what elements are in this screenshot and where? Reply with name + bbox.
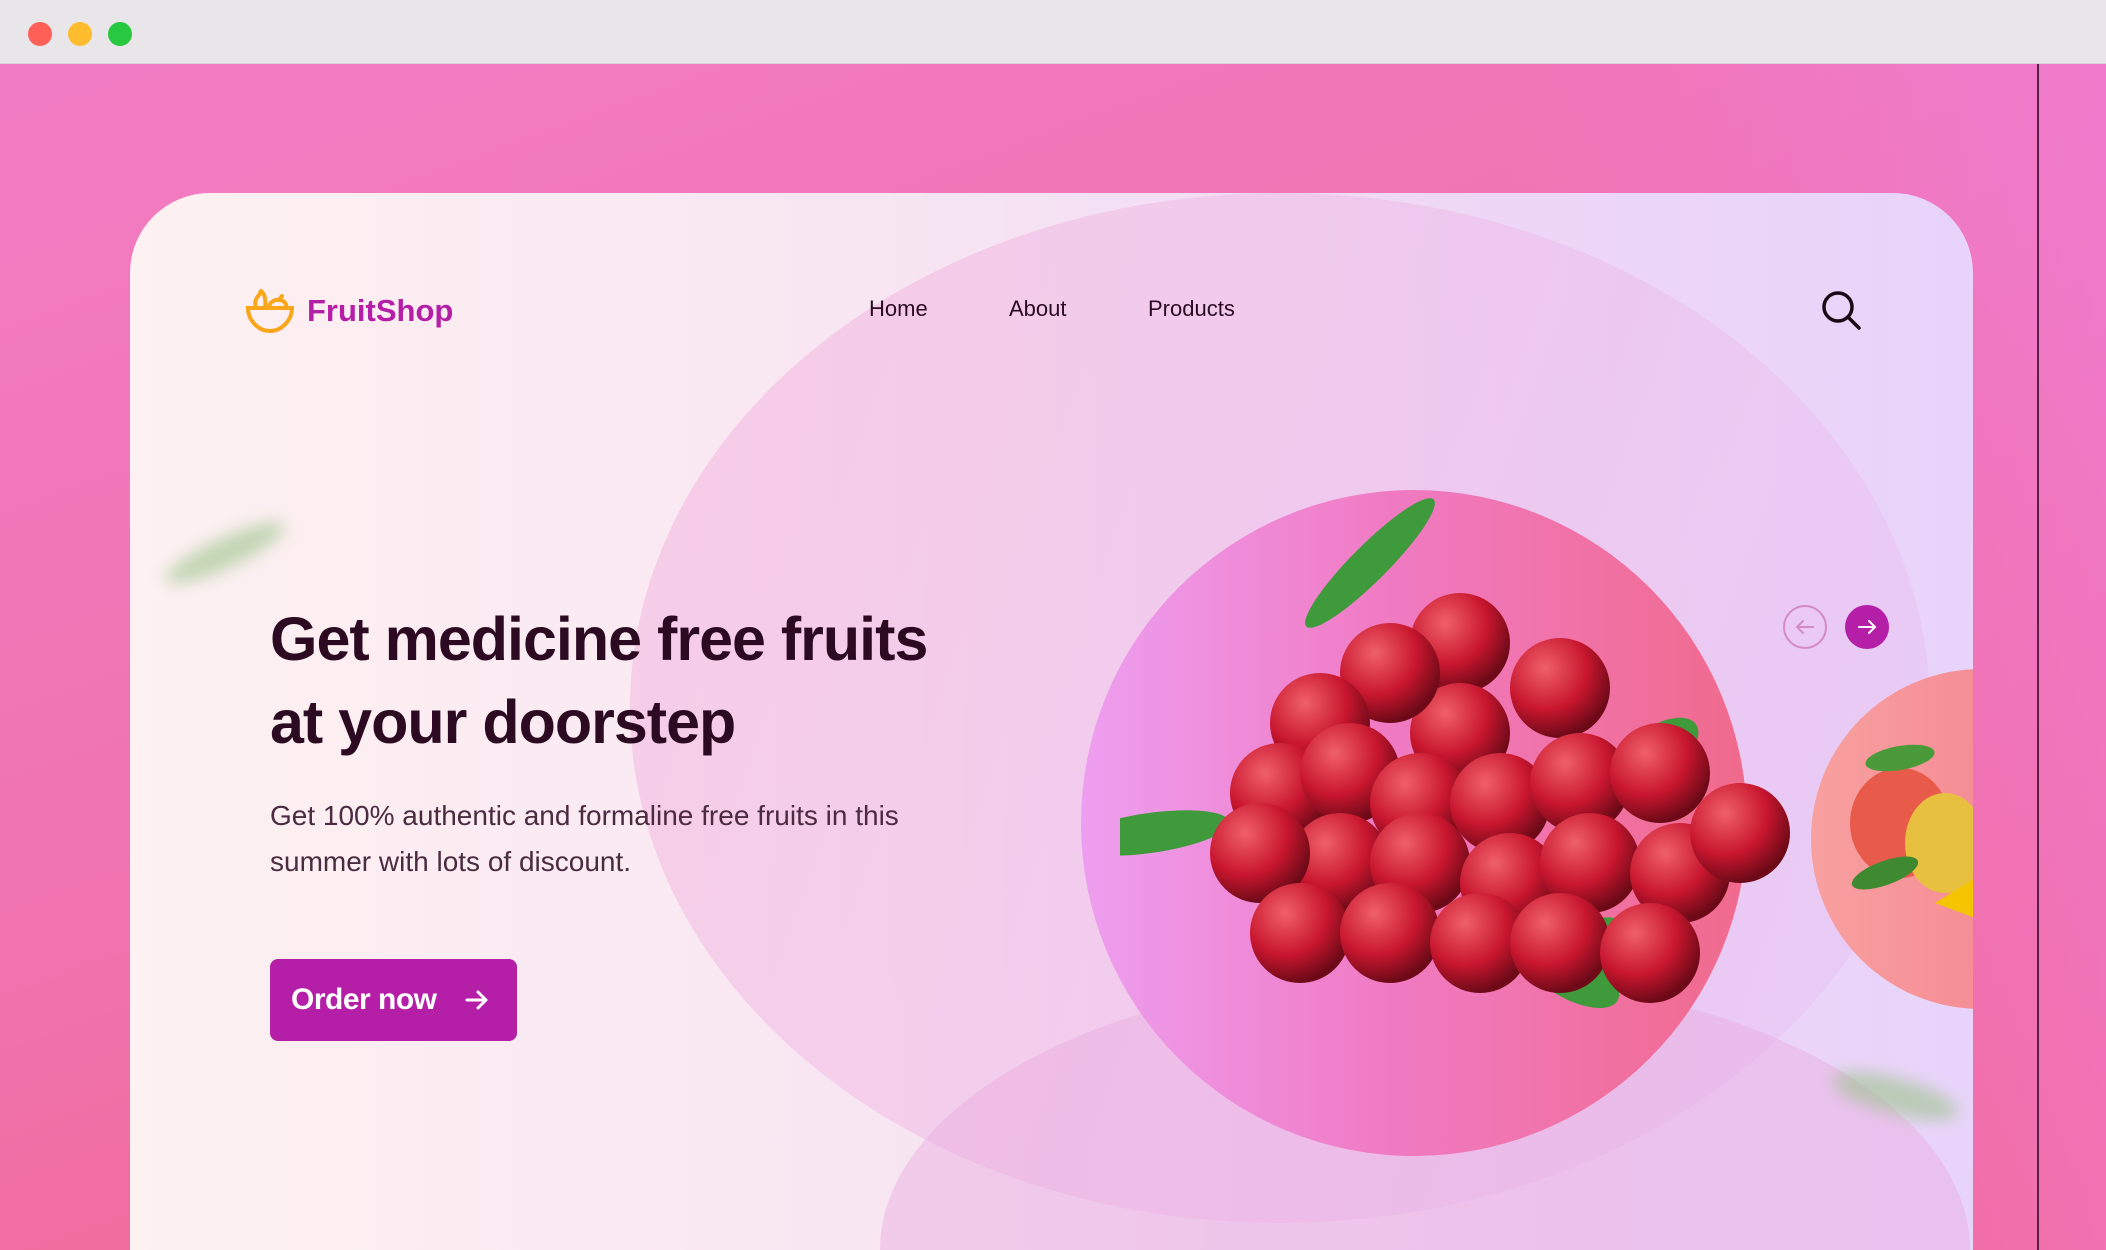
maximize-window-button[interactable] xyxy=(108,22,132,46)
hero-card: FruitShop Home About Products Get medici… xyxy=(130,193,1973,1250)
arrow-right-icon xyxy=(465,990,488,1010)
divider xyxy=(2037,64,2039,1250)
cranberry xyxy=(1690,783,1790,883)
cranberry xyxy=(1250,883,1350,983)
cranberries-image xyxy=(1120,498,1790,1008)
cranberry xyxy=(1610,723,1710,823)
cranberry xyxy=(1510,638,1610,738)
brand-logo[interactable]: FruitShop xyxy=(245,288,453,334)
carousel-next-button[interactable] xyxy=(1845,605,1889,649)
search-icon xyxy=(1822,291,1861,330)
blurred-leaf xyxy=(159,511,291,595)
mango-image xyxy=(1850,744,1973,918)
nav-products[interactable]: Products xyxy=(1148,296,1235,322)
hero-subtitle: Get 100% authentic and formaline free fr… xyxy=(270,800,899,877)
arrow-left-icon xyxy=(1795,620,1814,634)
nav-about[interactable]: About xyxy=(1009,296,1067,322)
carousel-prev-button[interactable] xyxy=(1783,605,1827,649)
hero-title: Get medicine free fruits at your doorstep xyxy=(270,598,928,764)
window-titlebar xyxy=(0,0,2106,64)
cranberry xyxy=(1510,893,1610,993)
brand-name: FruitShop xyxy=(307,293,454,328)
arrow-right-icon xyxy=(1858,620,1877,634)
minimize-window-button[interactable] xyxy=(68,22,92,46)
close-window-button[interactable] xyxy=(28,22,52,46)
order-now-label: Order now xyxy=(291,983,437,1016)
hero-title-line2: at your doorstep xyxy=(270,688,736,756)
hero-title-line1: Get medicine free fruits xyxy=(270,605,928,673)
search-button[interactable] xyxy=(1820,289,1862,336)
fruit-basket-icon xyxy=(245,289,295,334)
nav-home[interactable]: Home xyxy=(869,296,928,322)
cranberry xyxy=(1340,883,1440,983)
order-now-button[interactable]: Order now xyxy=(270,959,517,1041)
cranberry xyxy=(1600,903,1700,1003)
